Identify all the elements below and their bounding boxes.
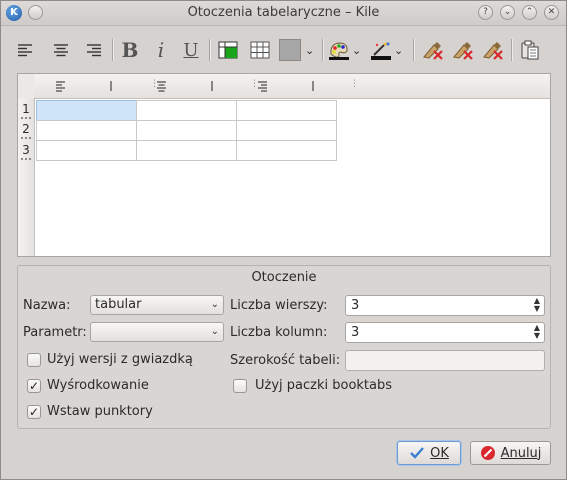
rows-label: Liczba wierszy: <box>230 298 328 313</box>
cancel-button[interactable]: Anuluj <box>470 441 551 465</box>
clear-text-icon[interactable] <box>420 37 446 63</box>
background-color-icon[interactable]: ⌄ <box>279 37 319 63</box>
table-cell-r3c2[interactable] <box>136 140 237 161</box>
text-color-icon[interactable]: ⌄ <box>328 37 366 63</box>
row-header-bar: 1 2 3 <box>18 98 35 256</box>
row-2-dots <box>21 137 31 139</box>
table-cell-r1c3[interactable] <box>236 100 337 121</box>
cancel-label: Anuluj <box>500 445 542 461</box>
border-color-icon[interactable]: ⌄ <box>370 37 408 63</box>
spin-arrows-icon[interactable]: ▲ ▼ <box>534 297 540 313</box>
width-input[interactable] <box>345 350 545 371</box>
table-corner <box>18 74 34 98</box>
group-title: Otoczenie <box>251 270 317 285</box>
width-label: Szerokość tabeli: <box>230 353 341 368</box>
table-cell-r2c3[interactable] <box>236 120 337 141</box>
help-button[interactable]: ? <box>478 5 493 20</box>
center-label[interactable]: Wyśrodkowanie <box>47 378 149 393</box>
toolbar-separator <box>413 39 415 61</box>
cols-label: Liczba kolumn: <box>230 325 328 340</box>
bold-icon[interactable]: B <box>117 37 143 63</box>
chevron-down-icon: ⌄ <box>305 43 315 57</box>
toolbar-separator <box>209 39 211 61</box>
name-combo-value: tabular <box>95 297 142 312</box>
row-3-dots <box>21 158 31 160</box>
row-1-dots <box>21 117 31 119</box>
name-combo[interactable]: tabular ⌄ <box>90 295 224 315</box>
param-combo[interactable]: ⌄ <box>90 322 224 342</box>
rows-value: 3 <box>351 298 360 313</box>
table-cell-r1c1[interactable] <box>36 100 137 121</box>
title-bar[interactable]: K Otoczenia tabelaryczne – Kile ? ⌄ ⌃ ✕ <box>1 1 566 26</box>
underline-icon[interactable]: U <box>179 37 203 63</box>
table-editor[interactable]: ⋮ ⋮ ⋮ 1 2 3 <box>17 73 551 257</box>
rows-spinbox[interactable]: 3 ▲ ▼ <box>345 295 545 316</box>
chevron-down-icon: ⌄ <box>352 43 362 57</box>
clear-all-icon[interactable] <box>480 37 506 63</box>
chevron-down-icon: ⌄ <box>210 299 219 310</box>
spin-down-icon[interactable]: ▼ <box>534 305 540 313</box>
row-3-header[interactable]: 3 <box>18 143 34 157</box>
gray-swatch <box>279 39 301 61</box>
toolbar-separator <box>112 39 114 61</box>
toolbar-separator <box>322 39 324 61</box>
bullets-label[interactable]: Wstaw punktory <box>47 404 153 419</box>
name-label: Nazwa: <box>23 298 71 313</box>
align-center-icon[interactable] <box>49 37 73 63</box>
column-3-header[interactable] <box>258 79 318 97</box>
align-left-icon[interactable] <box>13 37 37 63</box>
cols-value: 3 <box>351 325 360 340</box>
align-right-icon[interactable] <box>82 37 106 63</box>
join-cells-icon[interactable] <box>216 37 240 63</box>
column-header-bar: ⋮ ⋮ ⋮ <box>34 74 550 99</box>
chevron-down-icon: ⌄ <box>394 43 404 57</box>
table-cell-r1c2[interactable] <box>136 100 237 121</box>
row-2-header[interactable]: 2 <box>18 122 34 136</box>
format-toolbar: B i U ⌄ ⌄ ⌄ <box>13 35 558 65</box>
spin-arrows-icon[interactable]: ▲ ▼ <box>534 324 540 340</box>
center-checkbox[interactable]: ✓ <box>27 379 41 393</box>
cols-spinbox[interactable]: 3 ▲ ▼ <box>345 322 545 343</box>
param-label: Parametr: <box>23 325 87 340</box>
toolbar-separator <box>511 39 513 61</box>
italic-icon[interactable]: i <box>149 37 173 63</box>
table-cell-r3c3[interactable] <box>236 140 337 161</box>
starred-checkbox[interactable] <box>27 353 41 367</box>
column-3-dots: ⋮ <box>350 79 359 89</box>
starred-label[interactable]: Użyj wersji z gwiazdką <box>47 352 193 367</box>
row-1-header[interactable]: 1 <box>18 102 34 116</box>
ok-button[interactable]: OK <box>397 441 461 465</box>
maximize-button[interactable]: ⌃ <box>522 5 537 20</box>
dialog-window: K Otoczenia tabelaryczne – Kile ? ⌄ ⌃ ✕ … <box>0 0 567 480</box>
environment-group: Otoczenie Nazwa: tabular ⌄ Liczba wiersz… <box>17 265 551 429</box>
table-cell-r3c1[interactable] <box>36 140 137 161</box>
ok-label: OK <box>430 445 449 461</box>
column-1-header[interactable] <box>56 79 116 97</box>
ok-check-icon <box>410 447 425 459</box>
paste-icon[interactable] <box>518 37 542 63</box>
clear-attributes-icon[interactable] <box>450 37 476 63</box>
split-cells-icon[interactable] <box>248 37 272 63</box>
cancel-icon <box>480 446 495 460</box>
minimize-button[interactable]: ⌄ <box>500 5 515 20</box>
bullets-checkbox[interactable]: ✓ <box>27 405 41 419</box>
column-2-header[interactable] <box>157 79 217 97</box>
close-button[interactable]: ✕ <box>544 5 559 20</box>
booktabs-checkbox[interactable] <box>233 379 247 393</box>
table-cell-r2c2[interactable] <box>136 120 237 141</box>
spin-down-icon[interactable]: ▼ <box>534 332 540 340</box>
table-cell-r2c1[interactable] <box>36 120 137 141</box>
booktabs-label[interactable]: Użyj paczki booktabs <box>255 378 392 393</box>
chevron-down-icon: ⌄ <box>210 326 219 337</box>
